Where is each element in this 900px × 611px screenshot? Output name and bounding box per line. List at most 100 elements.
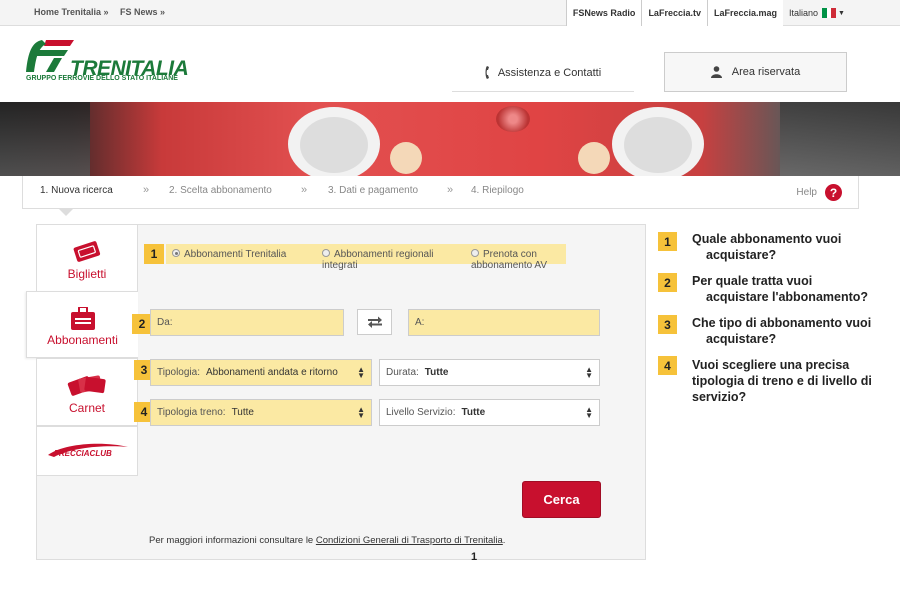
help-button[interactable]: Help ? <box>796 184 842 201</box>
tab-frecciaclub[interactable]: FRECCIACLUB <box>36 426 138 476</box>
tipologia-value: Abbonamenti andata e ritorno <box>206 367 338 378</box>
question-line: acquistare? <box>706 248 777 262</box>
question-line: servizio? <box>692 390 747 404</box>
tab-label: Abbonamenti <box>47 333 118 347</box>
conditions-link[interactable]: Condizioni Generali di Trasporto di Tren… <box>316 535 503 546</box>
info-text: Per maggiori informazioni consultare le … <box>149 535 505 546</box>
breadcrumb-fsnews[interactable]: FS News » <box>120 7 165 17</box>
select-arrows-icon: ▲ ▼ <box>357 365 365 380</box>
radio-unselected-icon <box>471 249 479 258</box>
link-lafreccia-mag[interactable]: LaFreccia.mag <box>706 0 783 26</box>
question-2: Per quale tratta vuoi acquistare l'abbon… <box>692 273 897 305</box>
tab-label: Biglietti <box>67 267 107 281</box>
livello-servizio-select[interactable]: Livello Servizio: Tutte ▲ ▼ <box>379 399 600 426</box>
tipologia-label: Tipologia: <box>157 367 200 378</box>
radio-label: Abbonamenti Trenitalia <box>184 249 287 260</box>
question-3: Che tipo di abbonamento vuoi acquistare? <box>692 315 897 347</box>
radio-label-line2: integrati <box>322 260 358 271</box>
question-line: Vuoi scegliere una precisa <box>692 358 850 372</box>
trenitalia-logo-mark-icon <box>26 40 74 72</box>
radio-label-line2: abbonamento AV <box>471 260 547 271</box>
italy-flag-icon <box>822 8 837 18</box>
reserved-area-button[interactable]: Area riservata <box>664 52 847 92</box>
radio-label: Abbonamenti regionali <box>334 249 434 260</box>
tab-biglietti[interactable]: Biglietti <box>36 224 138 292</box>
question-number-4: 4 <box>658 356 677 375</box>
from-station-input[interactable]: Da: <box>150 309 344 336</box>
step-new-search[interactable]: 1. Nuova ricerca <box>40 185 113 196</box>
livello-label: Livello Servizio: <box>386 407 456 418</box>
hero-banner-train-image <box>0 102 900 176</box>
link-lafreccia-tv[interactable]: LaFreccia.tv <box>641 0 707 26</box>
top-bar: Home Trenitalia » FS News » FSNews Radio… <box>0 0 900 26</box>
question-number-1: 1 <box>658 232 677 251</box>
durata-value: Tutte <box>424 367 449 378</box>
pass-icon <box>70 307 95 330</box>
from-label: Da: <box>157 317 173 328</box>
ticket-icon <box>73 241 101 262</box>
question-line: Quale abbonamento vuoi <box>692 232 842 246</box>
link-fsnews-radio[interactable]: FSNews Radio <box>565 0 642 26</box>
carnet-icon <box>67 375 106 396</box>
search-button[interactable]: Cerca <box>522 481 601 518</box>
tipologia-select[interactable]: Tipologia: Abbonamenti andata e ritorno … <box>150 359 372 386</box>
tab-abbonamenti[interactable]: Abbonamenti <box>26 291 138 358</box>
swap-arrows-icon <box>367 316 382 328</box>
tipologia-treno-value: Tutte <box>231 407 254 418</box>
marker-2: 2 <box>132 314 152 334</box>
to-label: A: <box>415 317 425 328</box>
active-step-pointer <box>58 208 74 216</box>
question-line: acquistare? <box>706 332 777 346</box>
radio-prenota-av[interactable]: Prenota con abbonamento AV <box>471 249 547 271</box>
info-prefix: Per maggiori informazioni consultare le <box>149 535 316 546</box>
livello-value: Tutte <box>461 407 486 418</box>
question-number-2: 2 <box>658 273 677 292</box>
question-4: Vuoi scegliere una precisa tipologia di … <box>692 357 897 405</box>
durata-label: Durata: <box>386 367 419 378</box>
select-arrows-icon: ▲ ▼ <box>585 405 593 420</box>
question-number-3: 3 <box>658 315 677 334</box>
question-line: Per quale tratta vuoi <box>692 274 813 288</box>
question-line: tipologia di treno e di livello di <box>692 374 872 388</box>
page-number: 1 <box>471 551 478 563</box>
phone-icon <box>485 66 489 79</box>
radio-abbonamenti-trenitalia[interactable]: Abbonamenti Trenitalia <box>172 249 286 260</box>
radio-label: Prenota con <box>483 249 537 260</box>
marker-1: 1 <box>144 244 164 264</box>
radio-unselected-icon <box>322 249 330 258</box>
radio-abbonamenti-regionali[interactable]: Abbonamenti regionali integrati <box>322 249 434 271</box>
tab-carnet[interactable]: Carnet <box>36 358 138 426</box>
step-summary: 4. Riepilogo <box>471 185 524 196</box>
breadcrumb-home[interactable]: Home Trenitalia » <box>34 7 109 17</box>
trenitalia-logo[interactable]: TRENITALIA GRUPPO FERROVIE DELLO STATO I… <box>24 38 189 90</box>
step-separator: » <box>301 184 308 196</box>
frecciaclub-logo-text: FRECCIACLUB <box>54 449 112 458</box>
durata-select[interactable]: Durata: Tutte ▲ ▼ <box>379 359 600 386</box>
tipologia-treno-select[interactable]: Tipologia treno: Tutte ▲ ▼ <box>150 399 372 426</box>
question-line: acquistare l'abbonamento? <box>706 290 869 304</box>
progress-steps: 1. Nuova ricerca » 2. Scelta abbonamento… <box>22 176 859 209</box>
swap-stations-button[interactable] <box>357 309 392 335</box>
step-separator: » <box>447 184 454 196</box>
step-separator: » <box>143 184 150 196</box>
to-station-input[interactable]: A: <box>408 309 600 336</box>
caret-down-icon: ▼ <box>838 9 845 17</box>
help-label: Help <box>796 187 817 198</box>
question-mark-icon: ? <box>825 184 842 201</box>
user-icon <box>710 66 722 78</box>
step-choose-pass: 2. Scelta abbonamento <box>169 185 272 196</box>
assistance-label: Assistenza e Contatti <box>497 66 602 79</box>
info-suffix: . <box>502 535 506 546</box>
question-line: Che tipo di abbonamento vuoi <box>692 316 872 330</box>
language-selector[interactable]: Italiano ▼ <box>789 8 845 18</box>
top-links: FSNews Radio LaFreccia.tv LaFreccia.mag <box>565 0 783 26</box>
language-label: Italiano <box>789 8 819 18</box>
assistance-contacts-link[interactable]: Assistenza e Contatti <box>452 54 634 92</box>
select-arrows-icon: ▲ ▼ <box>357 405 365 420</box>
step-data-payment: 3. Dati e pagamento <box>328 185 419 196</box>
question-1: Quale abbonamento vuoi acquistare? <box>692 231 897 263</box>
reserved-area-label: Area riservata <box>731 66 801 78</box>
logo-subtitle: GRUPPO FERROVIE DELLO STATO ITALIANE <box>26 75 178 82</box>
tab-label: Carnet <box>68 401 106 415</box>
select-arrows-icon: ▲ ▼ <box>585 365 593 380</box>
